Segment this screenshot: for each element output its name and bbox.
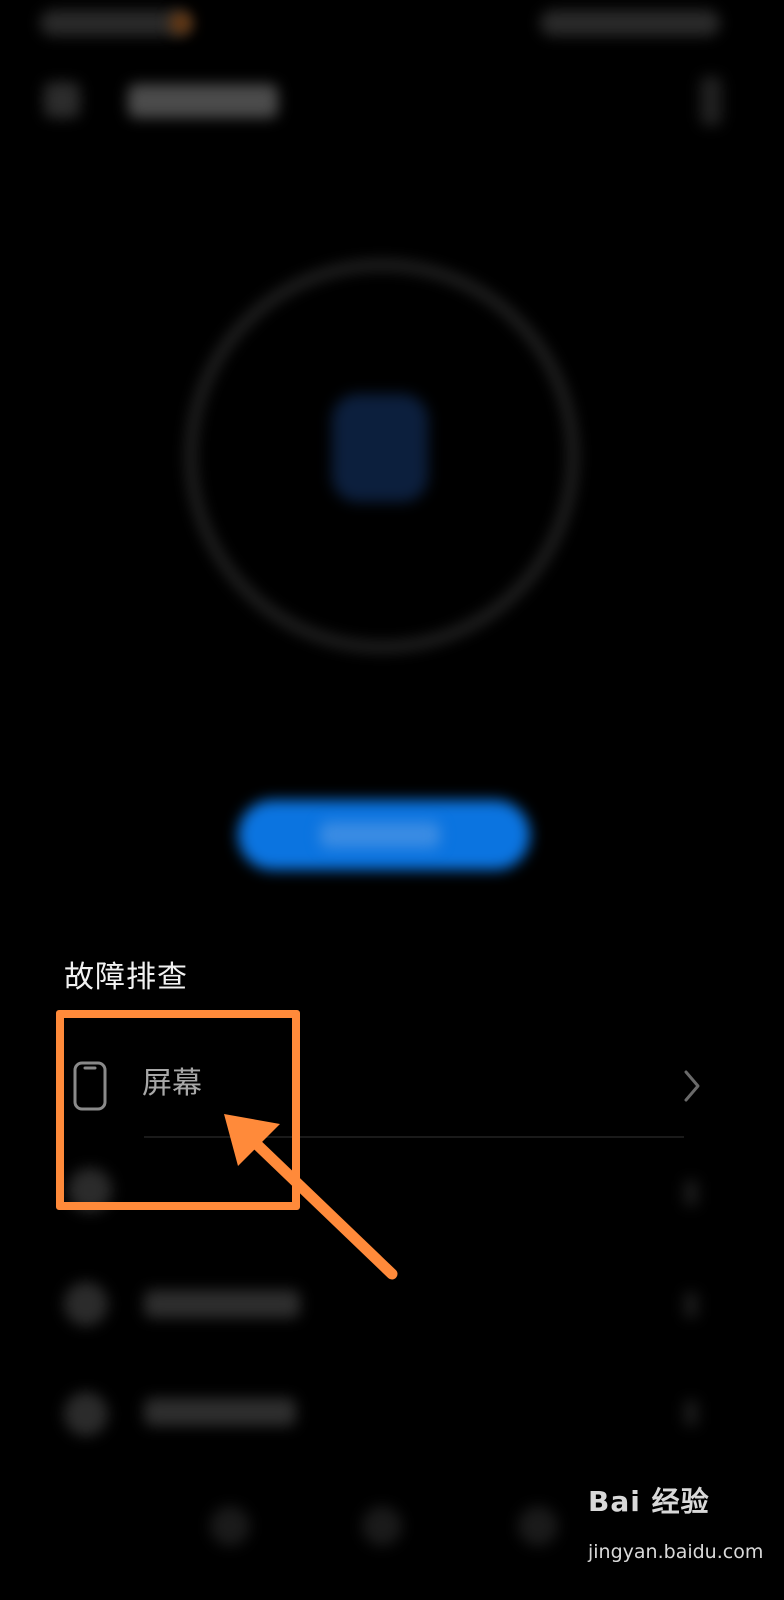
list-item-label — [144, 1290, 300, 1318]
list-item-label — [144, 1398, 296, 1426]
diagnostic-center-icon — [332, 394, 428, 502]
chevron-right-icon — [684, 1180, 698, 1206]
status-bar-indicators — [540, 10, 720, 36]
back-arrow-icon[interactable] — [44, 82, 80, 118]
nav-recent-icon[interactable] — [518, 1506, 558, 1546]
page-title — [128, 84, 278, 118]
more-options-icon[interactable] — [700, 76, 722, 126]
watermark-domain: jingyan.baidu.com — [588, 1541, 764, 1563]
chevron-right-icon — [684, 1070, 700, 1102]
watermark: Bai 经验 jingyan.baidu.com — [588, 1484, 763, 1584]
nav-back-icon[interactable] — [210, 1506, 250, 1546]
chevron-right-icon — [684, 1292, 698, 1318]
nav-home-icon[interactable] — [362, 1506, 402, 1546]
status-bar-time — [40, 10, 190, 36]
list-item-icon — [64, 1392, 108, 1436]
chevron-right-icon — [684, 1400, 698, 1426]
troubleshooting-section-title: 故障排查 — [64, 960, 188, 995]
list-item-icon — [64, 1282, 108, 1326]
status-bar-notification-icon — [170, 12, 192, 34]
watermark-brand: Bai 经验 — [588, 1485, 710, 1518]
pointer-arrow-icon — [224, 1114, 398, 1280]
start-detection-button-label — [320, 822, 440, 848]
